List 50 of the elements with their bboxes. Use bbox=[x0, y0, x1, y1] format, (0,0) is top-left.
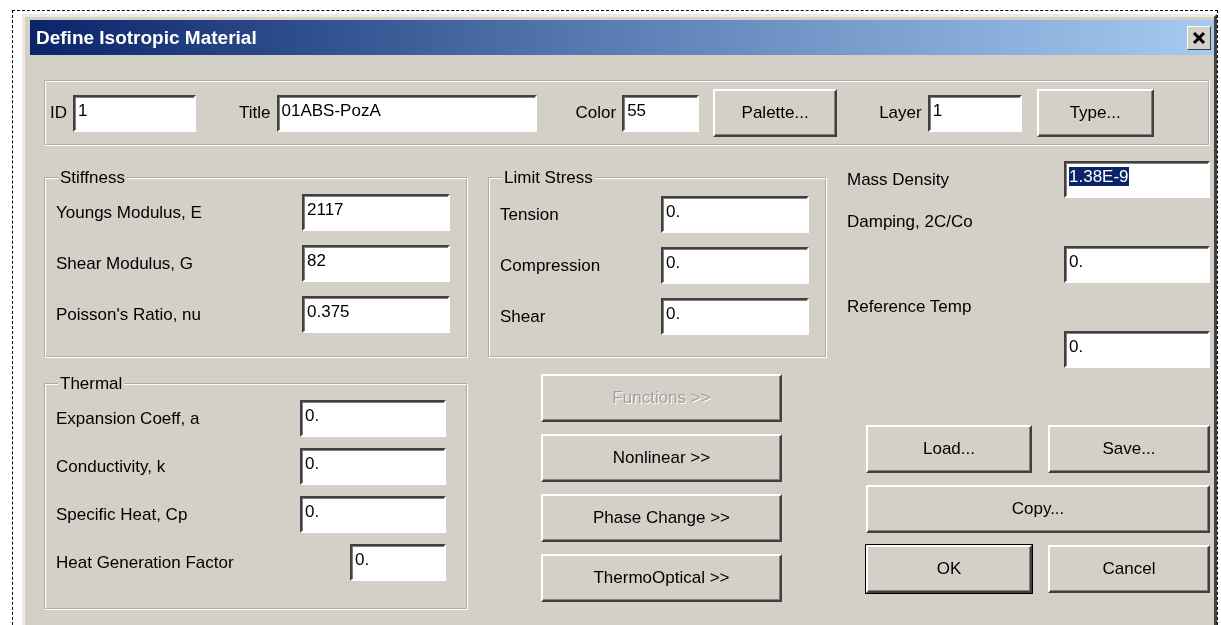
field-label: Specific Heat, Cp bbox=[56, 504, 189, 525]
input-field[interactable]: 1 bbox=[927, 94, 1022, 132]
input-field[interactable]: 0. bbox=[300, 448, 446, 485]
field-label: Color bbox=[575, 103, 617, 123]
field-label: Compression bbox=[500, 255, 602, 276]
input-field[interactable]: 0. bbox=[300, 496, 446, 533]
field-label: Heat Generation Factor bbox=[56, 552, 235, 573]
input-field[interactable]: 01ABS-PozA bbox=[276, 94, 537, 132]
field-label: Reference Temp bbox=[847, 297, 973, 317]
action-button[interactable]: Save... bbox=[1048, 425, 1210, 473]
field-label: Expansion Coeff, a bbox=[56, 408, 201, 429]
type-button[interactable]: Type... bbox=[1036, 89, 1154, 137]
field-label: Shear bbox=[500, 306, 547, 327]
field-label: ID bbox=[50, 103, 67, 123]
field-label: Poisson's Ratio, nu bbox=[56, 304, 202, 325]
group-title: Thermal bbox=[59, 374, 124, 394]
input-field[interactable]: 0. bbox=[661, 298, 809, 335]
action-button[interactable]: OK bbox=[866, 545, 1032, 593]
option-button[interactable]: Phase Change >> bbox=[541, 494, 782, 542]
input-field[interactable]: 55 bbox=[622, 94, 700, 132]
input-field[interactable]: 0.375 bbox=[302, 296, 450, 333]
group-title: Stiffness bbox=[59, 168, 126, 188]
input-field[interactable]: 1 bbox=[73, 94, 196, 132]
input-field[interactable]: 2117 bbox=[302, 194, 450, 231]
action-button[interactable]: Cancel bbox=[1048, 545, 1210, 593]
action-button[interactable]: Copy... bbox=[866, 485, 1210, 533]
field-label: Youngs Modulus, E bbox=[56, 202, 203, 223]
action-button[interactable]: Load... bbox=[866, 425, 1032, 473]
input-field[interactable]: 0. bbox=[300, 400, 446, 437]
field-label: Shear Modulus, G bbox=[56, 253, 194, 274]
field-label: Conductivity, k bbox=[56, 456, 167, 477]
window-title: Define Isotropic Material bbox=[36, 26, 257, 49]
option-button[interactable]: Nonlinear >> bbox=[541, 434, 782, 482]
field-label: Title bbox=[239, 103, 271, 123]
close-icon bbox=[1192, 30, 1206, 45]
close-button[interactable] bbox=[1187, 25, 1211, 50]
input-field[interactable]: 0. bbox=[1064, 331, 1210, 368]
field-label: Layer bbox=[879, 103, 922, 123]
palette-button[interactable]: Palette... bbox=[713, 89, 838, 137]
input-field[interactable]: 82 bbox=[302, 245, 450, 282]
field-label: Mass Density bbox=[847, 169, 951, 190]
input-field[interactable]: 1.38E-9 bbox=[1064, 161, 1210, 198]
input-field[interactable]: 0. bbox=[661, 247, 809, 284]
field-label: Damping, 2C/Co bbox=[847, 212, 974, 232]
input-field[interactable]: 0. bbox=[661, 196, 809, 233]
input-field[interactable]: 0. bbox=[350, 544, 446, 581]
group-title: Limit Stress bbox=[503, 168, 594, 188]
field-label: Tension bbox=[500, 204, 560, 225]
option-button[interactable]: ThermoOptical >> bbox=[541, 554, 782, 602]
input-field[interactable]: 0. bbox=[1064, 246, 1210, 283]
